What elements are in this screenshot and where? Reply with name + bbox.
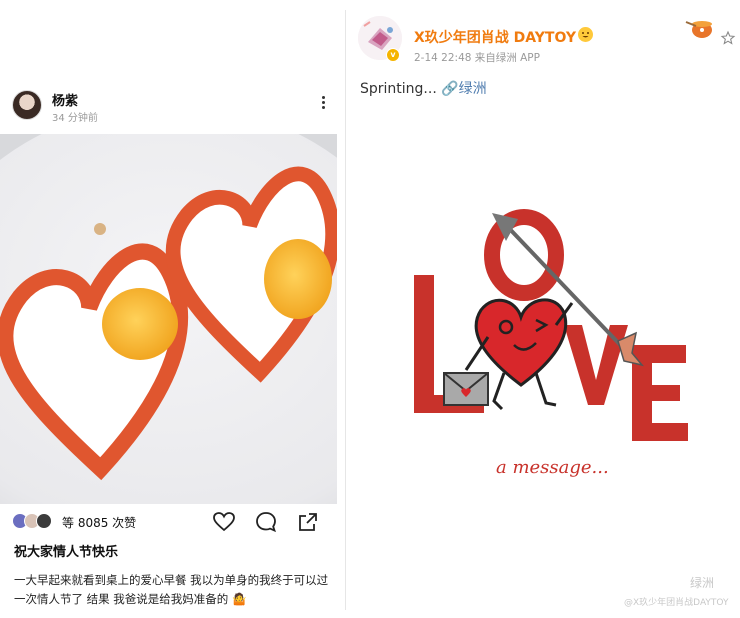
watermark-user: @X玖少年团肖战DAYTOY [624, 598, 729, 608]
love-artwork[interactable]: a message... [396, 205, 706, 505]
post-actions: 等 8085 次赞 [12, 510, 336, 534]
emoji-face [582, 32, 589, 38]
action-icons [212, 510, 322, 534]
like-count[interactable]: 等 8085 次赞 [62, 514, 136, 531]
caption-body: 一大早起来就看到桌上的爱心早餐 我以为单身的我终于可以过一次情人节了 结果 我爸… [14, 573, 329, 606]
post-time: 34 分钟前 [52, 113, 98, 124]
watermark-brand: 绿洲 [690, 576, 715, 590]
post-text: Sprinting... 🔗绿洲 [360, 78, 487, 98]
artwork-subtitle: a message... [496, 457, 609, 478]
star-icon[interactable] [720, 30, 736, 46]
caption-title: 祝大家情人节快乐 [14, 545, 119, 560]
oasis-link[interactable]: 🔗绿洲 [441, 81, 486, 97]
post-meta: 2-14 22:48 来自绿洲 APP [414, 52, 540, 64]
username[interactable]: 杨紫 [52, 90, 78, 109]
more-dots-icon[interactable] [320, 96, 326, 114]
love-illustration: a message... [414, 209, 688, 478]
liker-avatars[interactable] [12, 513, 58, 531]
verified-badge: v [386, 48, 400, 62]
heart-eggs-photo [0, 134, 337, 504]
decor-pot-icon [684, 14, 718, 40]
post-header: 杨紫 34 分钟前 [12, 88, 334, 128]
share-icon[interactable] [296, 510, 320, 534]
smile-emoji-icon [578, 27, 593, 42]
post-photo[interactable] [0, 134, 337, 504]
heart-icon[interactable] [212, 510, 236, 534]
post-text-body: Sprinting... [360, 81, 442, 97]
avatar[interactable] [12, 90, 42, 120]
right-post: v X玖少年团肖战 DAYTOY 2-14 22:48 来自绿洲 APP Spr… [346, 0, 740, 618]
left-post: 杨紫 34 分钟前 等 8085 次赞 祝大家情人节快乐 一大早起来就看到桌上的… [0, 0, 346, 618]
account-name[interactable]: X玖少年团肖战 DAYTOY [414, 27, 576, 47]
shrug-emoji-icon: 🤷 [231, 592, 247, 606]
comment-icon[interactable] [254, 510, 278, 534]
